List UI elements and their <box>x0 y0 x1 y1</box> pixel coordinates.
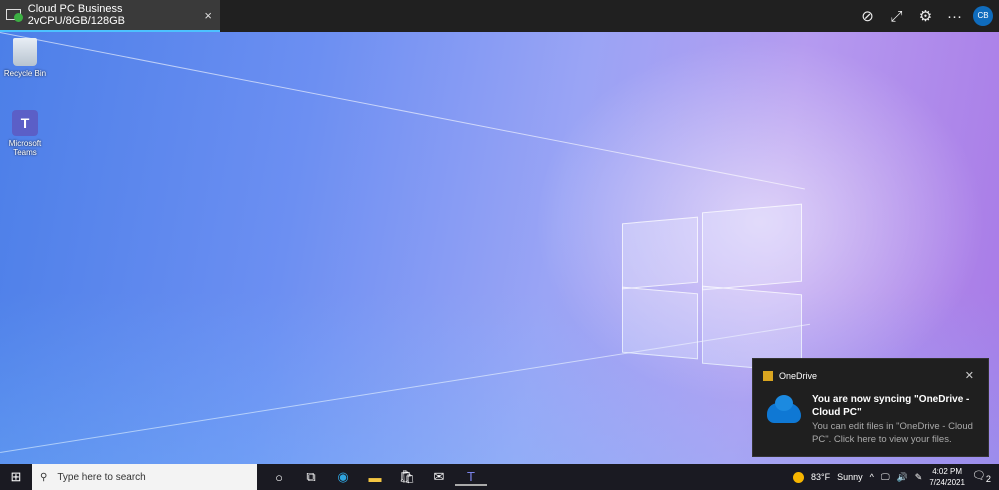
settings-icon[interactable]: ⚙ <box>911 7 940 25</box>
remote-desktop-toolbar: Cloud PC Business 2vCPU/8GB/128GB × ⊘ ⤢ … <box>0 0 999 32</box>
toast-heading: You are now syncing "OneDrive - Cloud PC… <box>812 394 970 418</box>
start-button[interactable]: ⊞ <box>0 469 32 485</box>
volume-icon[interactable]: 🔊 <box>897 472 908 483</box>
more-options-icon[interactable]: ··· <box>940 8 969 25</box>
fullscreen-icon[interactable]: ⤢ <box>882 8 911 25</box>
desktop-icon-recycle-bin[interactable]: Recycle Bin <box>0 38 50 78</box>
recycle-bin-icon <box>13 38 37 66</box>
taskbar: ⊞ ⚲ Type here to search ○ ⧉ ◉ ▬ 🛍 ✉ T 83°… <box>0 464 999 490</box>
session-title: Cloud PC Business 2vCPU/8GB/128GB <box>27 3 125 27</box>
network-icon[interactable]: 🖵 <box>881 472 890 483</box>
show-hidden-icons-icon[interactable]: ^ <box>870 472 874 482</box>
icon-label: Microsoft Teams <box>8 139 42 157</box>
teams-taskbar-icon[interactable]: T <box>455 469 487 486</box>
session-tab[interactable]: Cloud PC Business 2vCPU/8GB/128GB × <box>0 0 220 32</box>
toast-app-name: OneDrive <box>779 371 818 381</box>
onedrive-notification[interactable]: OneDrive ✕ You are now syncing "OneDrive… <box>752 358 989 457</box>
mail-icon[interactable]: ✉ <box>423 469 455 485</box>
close-notification-button[interactable]: ✕ <box>965 369 974 382</box>
close-tab-button[interactable]: × <box>204 8 212 23</box>
weather-text[interactable]: Sunny <box>837 472 863 482</box>
cloud-pc-icon <box>6 8 24 22</box>
cortana-icon[interactable]: ○ <box>263 470 295 485</box>
toast-body: You can edit files in "OneDrive - Cloud … <box>812 421 973 445</box>
onedrive-cloud-icon <box>767 395 801 423</box>
unpin-icon[interactable]: ⊘ <box>853 7 882 25</box>
notification-center-icon[interactable]: 🗨2 <box>972 469 991 484</box>
desktop-icon-teams[interactable]: T Microsoft Teams <box>0 110 50 157</box>
pen-icon[interactable]: ✎ <box>915 472 923 483</box>
teams-icon: T <box>12 110 38 136</box>
search-box[interactable]: ⚲ Type here to search <box>32 464 257 490</box>
store-icon[interactable]: 🛍 <box>391 469 423 485</box>
edge-icon[interactable]: ◉ <box>327 469 359 485</box>
file-explorer-icon[interactable]: ▬ <box>359 470 391 485</box>
search-placeholder: Type here to search <box>57 471 146 483</box>
icon-label: Recycle Bin <box>3 69 47 78</box>
search-icon: ⚲ <box>40 471 48 483</box>
clock[interactable]: 4:02 PM 7/24/2021 <box>929 466 965 488</box>
weather-temp[interactable]: 83°F <box>811 472 830 482</box>
onedrive-app-icon <box>763 371 773 381</box>
task-view-icon[interactable]: ⧉ <box>295 469 327 485</box>
weather-sun-icon <box>793 471 805 483</box>
avatar[interactable]: CB <box>973 6 993 26</box>
notification-count: 2 <box>985 474 991 485</box>
windows-logo <box>622 216 698 290</box>
time: 4:02 PM <box>932 467 963 476</box>
date: 7/24/2021 <box>929 478 965 487</box>
